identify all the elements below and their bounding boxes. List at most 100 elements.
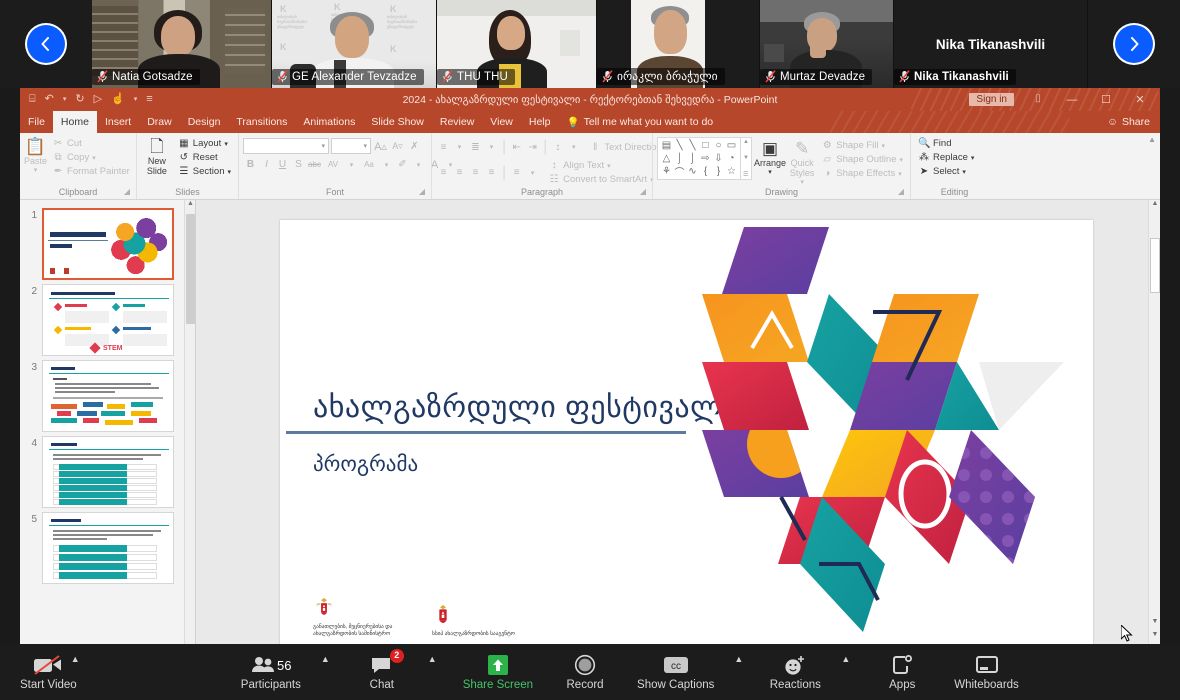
next-slide-icon[interactable]: ▼ xyxy=(1149,631,1160,644)
increase-indent-icon[interactable]: ⇥ xyxy=(525,140,540,155)
ribbon-display-options-icon[interactable]: ⌷ xyxy=(1022,93,1054,106)
align-right-icon[interactable]: ≡ xyxy=(468,165,483,180)
scrollbar-thumb[interactable] xyxy=(1150,238,1160,293)
tab-insert[interactable]: Insert xyxy=(97,111,139,133)
arrange-button[interactable]: ▣ Arrange ▾ xyxy=(754,137,786,176)
prev-participants-button[interactable] xyxy=(27,25,65,63)
close-icon[interactable]: ✕ xyxy=(1124,93,1156,106)
tab-view[interactable]: View xyxy=(482,111,521,133)
scrollbar-thumb[interactable] xyxy=(186,214,195,324)
chevron-down-icon[interactable]: ▾ xyxy=(411,157,426,172)
participant-tile[interactable]: THU THU xyxy=(437,0,597,88)
tab-design[interactable]: Design xyxy=(180,111,229,133)
shape-star-icon[interactable]: ☆ xyxy=(727,166,736,177)
tab-transitions[interactable]: Transitions xyxy=(228,111,295,133)
replace-button[interactable]: ⁂ Replace ▾ xyxy=(915,151,977,164)
record-button[interactable]: Record xyxy=(559,654,611,691)
chevron-down-icon[interactable]: ▾ xyxy=(484,140,499,155)
touch-mode-icon[interactable]: ☝ xyxy=(108,92,128,107)
shape-curve-icon[interactable]: ⌒ xyxy=(675,164,685,179)
line-spacing-icon[interactable]: ↕ xyxy=(550,140,565,155)
slide-thumbnail-1[interactable] xyxy=(42,208,174,280)
current-slide[interactable]: ახალგაზრდული ფესტივალი პროგრამა განათლებ… xyxy=(280,220,1093,644)
participants-chevron-icon[interactable]: ▲ xyxy=(321,654,330,664)
bullets-icon[interactable]: ≡ xyxy=(436,140,451,155)
scroll-down-icon[interactable]: ▼ xyxy=(743,155,749,161)
bold-icon[interactable]: B xyxy=(243,157,258,172)
copy-button[interactable]: ⧉ Copy ▾ xyxy=(49,151,133,164)
shape-right-arrow-icon[interactable]: ⇨ xyxy=(701,153,709,164)
shape-arrow-icon[interactable]: ╲ xyxy=(689,140,695,151)
participant-tile[interactable]: ირაკლი ბრაჭული xyxy=(597,0,760,88)
select-button[interactable]: ➤ Select ▾ xyxy=(915,165,977,178)
slide-editing-pane[interactable]: ახალგაზრდული ფესტივალი პროგრამა განათლებ… xyxy=(196,200,1160,644)
layout-button[interactable]: ▦ Layout ▾ xyxy=(175,137,234,150)
change-case-icon[interactable]: Aa xyxy=(360,157,378,172)
shape-oval-icon[interactable]: ○ xyxy=(715,140,721,151)
whiteboards-button[interactable]: Whiteboards xyxy=(954,654,1019,691)
find-button[interactable]: 🔍 Find xyxy=(915,137,977,150)
shape-outline-button[interactable]: ▱ Shape Outline ▾ xyxy=(818,153,906,166)
tab-home[interactable]: Home xyxy=(52,111,97,133)
shapes-gallery-scroll[interactable]: ▲ ▼ ☰ xyxy=(741,137,752,180)
shapes-more-icon[interactable]: ☰ xyxy=(743,171,749,178)
chat-chevron-icon[interactable]: ▲ xyxy=(428,654,437,664)
chevron-down-icon[interactable]: ▾ xyxy=(566,140,581,155)
new-slide-button[interactable]: 🗋 New Slide xyxy=(141,135,173,176)
chevron-down-icon[interactable]: ▾ xyxy=(344,157,359,172)
shape-rounded-rect-icon[interactable]: ▭ xyxy=(727,140,736,151)
shape-pie-icon[interactable]: ◔ xyxy=(728,153,734,164)
clipboard-dialog-launcher-icon[interactable]: ◢ xyxy=(124,185,130,198)
minimize-icon[interactable]: — xyxy=(1056,94,1088,106)
font-dialog-launcher-icon[interactable]: ◢ xyxy=(419,185,425,198)
reset-button[interactable]: ↺ Reset xyxy=(175,151,234,164)
text-shadow-icon[interactable]: S xyxy=(291,157,306,172)
strikethrough-icon[interactable]: abc xyxy=(307,157,322,172)
tab-draw[interactable]: Draw xyxy=(139,111,180,133)
touch-dropdown-icon[interactable]: ▾ xyxy=(131,94,141,105)
scroll-up-icon[interactable]: ▲ xyxy=(743,139,749,145)
participant-tile[interactable]: Natia Gotsadze xyxy=(92,0,272,88)
participant-tile[interactable]: Nika Tikanashvili Nika Tikanashvili xyxy=(894,0,1088,88)
font-size-input[interactable]: ▾ xyxy=(331,138,371,154)
shrink-font-icon[interactable]: A▿ xyxy=(390,139,405,154)
undo-icon[interactable]: ↶ xyxy=(42,92,57,107)
next-participants-button[interactable] xyxy=(1115,25,1153,63)
tell-me-search[interactable]: 💡 Tell me what you want to do xyxy=(558,111,721,133)
columns-icon[interactable]: ≡ xyxy=(509,165,524,180)
apps-button[interactable]: Apps xyxy=(876,654,928,691)
slide-title[interactable]: ახალგაზრდული ფესტივალი xyxy=(313,390,739,425)
undo-dropdown-icon[interactable]: ▾ xyxy=(60,94,70,105)
cut-button[interactable]: ✂ Cut xyxy=(49,137,133,150)
slide-thumbnail-3[interactable] xyxy=(42,360,174,432)
reactions-button[interactable]: Reactions xyxy=(769,654,821,691)
shape-freeform-icon[interactable]: ⚘ xyxy=(662,166,671,177)
tab-animations[interactable]: Animations xyxy=(295,111,363,133)
share-button[interactable]: ☺ Share xyxy=(1107,111,1160,133)
scroll-up-icon[interactable]: ▲ xyxy=(1149,200,1160,213)
numbering-icon[interactable]: ≣ xyxy=(468,140,483,155)
quick-styles-button[interactable]: ✎ Quick Styles ▾ xyxy=(788,137,816,186)
shape-fill-button[interactable]: ⚙ Shape Fill ▾ xyxy=(818,139,906,152)
shape-down-arrow-icon[interactable]: ⇩ xyxy=(714,153,722,164)
shape-line-icon[interactable]: ╲ xyxy=(676,140,682,151)
save-icon[interactable]: ⌸ xyxy=(26,92,39,107)
tab-help[interactable]: Help xyxy=(521,111,559,133)
scroll-down-icon[interactable]: ▼ xyxy=(1149,618,1160,631)
font-name-input[interactable]: ▾ xyxy=(243,138,329,154)
text-highlight-icon[interactable]: ✐ xyxy=(395,157,410,172)
customize-qat-icon[interactable]: ≡ xyxy=(143,92,155,107)
clear-formatting-icon[interactable]: ✗ xyxy=(407,139,422,154)
reactions-chevron-icon[interactable]: ▲ xyxy=(841,654,850,664)
shape-arc-icon[interactable]: ∿ xyxy=(688,166,696,177)
sign-in-button[interactable]: Sign in xyxy=(969,93,1014,106)
italic-icon[interactable]: I xyxy=(259,157,274,172)
thumbnail-scrollbar[interactable]: ▲ xyxy=(184,200,195,644)
chevron-down-icon[interactable]: ▾ xyxy=(452,140,467,155)
paragraph-dialog-launcher-icon[interactable]: ◢ xyxy=(640,185,646,198)
chevron-down-icon[interactable]: ▾ xyxy=(379,157,394,172)
tab-slide-show[interactable]: Slide Show xyxy=(363,111,432,133)
grow-font-icon[interactable]: A▵ xyxy=(373,139,388,154)
align-text-button[interactable]: ↕ Align Text ▾ xyxy=(545,159,656,172)
slide-thumbnail-4[interactable] xyxy=(42,436,174,508)
